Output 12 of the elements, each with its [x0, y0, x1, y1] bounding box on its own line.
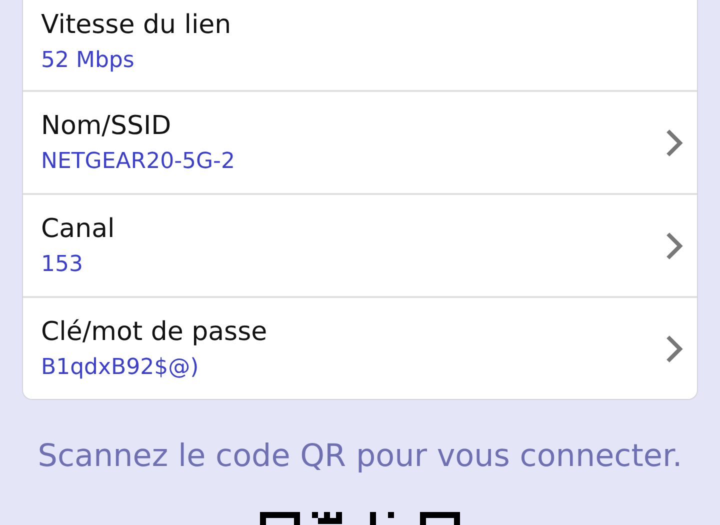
setting-value: 153	[41, 250, 84, 278]
qr-caption: Scannez le code QR pour vous connecter.	[38, 437, 682, 476]
setting-value: NETGEAR20-5G-2	[41, 148, 236, 176]
chevron-right-icon[interactable]	[665, 128, 683, 158]
chevron-right-icon[interactable]	[665, 230, 683, 260]
setting-label: Vitesse du lien	[41, 9, 232, 41]
chevron-right-icon[interactable]	[665, 334, 683, 364]
setting-value: B1qdxB92$@)	[41, 354, 200, 382]
setting-label: Canal	[41, 212, 116, 244]
setting-value: 52 Mbps	[41, 47, 136, 75]
setting-label: Clé/mot de passe	[41, 316, 268, 348]
setting-label: Nom/SSID	[41, 110, 172, 142]
